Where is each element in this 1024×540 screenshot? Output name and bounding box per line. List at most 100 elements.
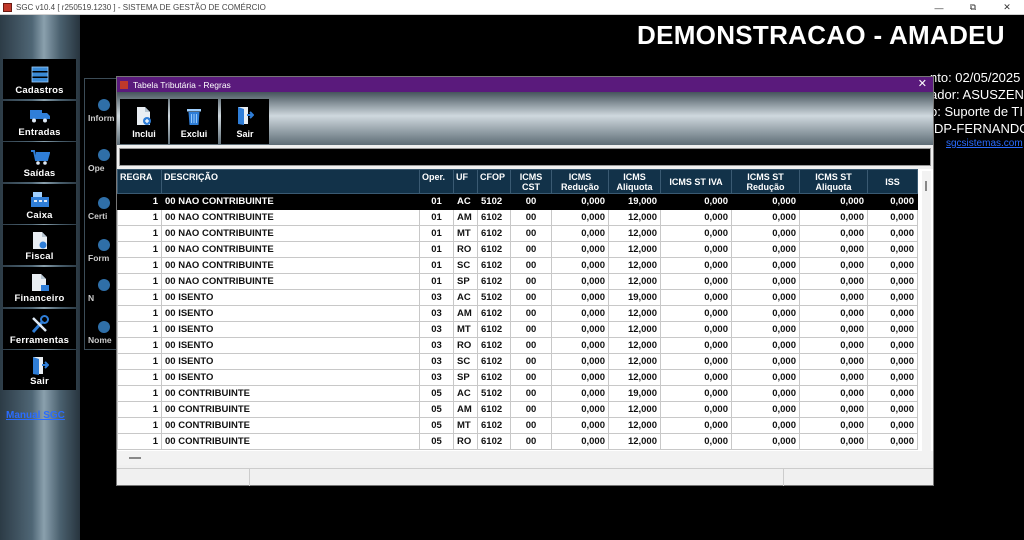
cell-icms-cst[interactable]: 00: [510, 321, 552, 338]
cell-icms-st-reducao[interactable]: 0,000: [731, 321, 800, 338]
cell-icms-reducao[interactable]: 0,000: [551, 433, 609, 450]
cell-icms-st-iva[interactable]: 0,000: [660, 273, 732, 290]
cell-icms-reducao[interactable]: 0,000: [551, 289, 609, 306]
cell-icms-st-reducao[interactable]: 0,000: [731, 305, 800, 322]
cell-descricao[interactable]: 00 ISENTO: [161, 353, 420, 370]
cell-icms-reducao[interactable]: 0,000: [551, 321, 609, 338]
table-row[interactable]: 1 00 CONTRIBUINTE 05 AC 5102 00 0,000 19,000 0,0…: [117, 385, 918, 402]
inclui-button[interactable]: Inclui: [120, 99, 168, 144]
cell-icms-reducao[interactable]: 0,000: [551, 353, 609, 370]
sidebar-item-caixa[interactable]: Caixa: [3, 184, 76, 224]
cell-icms-cst[interactable]: 00: [510, 401, 552, 418]
cell-iss[interactable]: 0,000: [867, 305, 918, 322]
cell-uf[interactable]: AC: [453, 289, 478, 306]
table-row[interactable]: 1 00 CONTRIBUINTE 05 AM 6102 00 0,000 12,000 0,0…: [117, 401, 918, 418]
cell-cfop[interactable]: 6102: [477, 225, 511, 242]
cell-regra[interactable]: 1: [117, 241, 162, 258]
cell-icms-st-iva[interactable]: 0,000: [660, 289, 732, 306]
close-window-button[interactable]: ✕: [990, 0, 1024, 15]
cell-regra[interactable]: 1: [117, 401, 162, 418]
cell-icms-st-iva[interactable]: 0,000: [660, 433, 732, 450]
column-header[interactable]: ICMS ST Redução: [731, 169, 800, 194]
cell-icms-aliquota[interactable]: 12,000: [608, 417, 661, 434]
cell-icms-aliquota[interactable]: 12,000: [608, 241, 661, 258]
cell-cfop[interactable]: 6102: [477, 257, 511, 274]
minimize-button[interactable]: —: [922, 0, 956, 15]
cell-uf[interactable]: MT: [453, 417, 478, 434]
cell-icms-cst[interactable]: 00: [510, 241, 552, 258]
cell-uf[interactable]: SP: [453, 369, 478, 386]
cell-icms-st-aliquota[interactable]: 0,000: [799, 369, 868, 386]
cell-cfop[interactable]: 5102: [477, 193, 511, 210]
cell-icms-st-aliquota[interactable]: 0,000: [799, 401, 868, 418]
cell-oper[interactable]: 03: [419, 289, 454, 306]
cell-icms-aliquota[interactable]: 12,000: [608, 321, 661, 338]
cell-icms-st-aliquota[interactable]: 0,000: [799, 257, 868, 274]
cell-icms-reducao[interactable]: 0,000: [551, 193, 609, 210]
cell-uf[interactable]: AC: [453, 385, 478, 402]
table-row[interactable]: 1 00 NAO CONTRIBUINTE 01 AC 5102 00 0,000 19,00…: [117, 193, 918, 210]
cell-iss[interactable]: 0,000: [867, 257, 918, 274]
cell-iss[interactable]: 0,000: [867, 193, 918, 210]
cell-icms-st-aliquota[interactable]: 0,000: [799, 433, 868, 450]
cell-icms-st-reducao[interactable]: 0,000: [731, 241, 800, 258]
cell-regra[interactable]: 1: [117, 417, 162, 434]
cell-uf[interactable]: RO: [453, 337, 478, 354]
cell-cfop[interactable]: 5102: [477, 385, 511, 402]
cell-icms-cst[interactable]: 00: [510, 385, 552, 402]
cell-icms-aliquota[interactable]: 12,000: [608, 337, 661, 354]
cell-icms-aliquota[interactable]: 12,000: [608, 369, 661, 386]
cell-icms-st-iva[interactable]: 0,000: [660, 321, 732, 338]
column-header[interactable]: ICMS ST Aliquota: [799, 169, 868, 194]
cell-icms-aliquota[interactable]: 12,000: [608, 257, 661, 274]
cell-iss[interactable]: 0,000: [867, 337, 918, 354]
cell-uf[interactable]: AM: [453, 401, 478, 418]
cell-icms-st-reducao[interactable]: 0,000: [731, 209, 800, 226]
cell-descricao[interactable]: 00 NAO CONTRIBUINTE: [161, 257, 420, 274]
sidebar-item-saidas[interactable]: Saídas: [3, 142, 76, 182]
cell-icms-st-aliquota[interactable]: 0,000: [799, 337, 868, 354]
cell-icms-aliquota[interactable]: 19,000: [608, 193, 661, 210]
cell-descricao[interactable]: 00 NAO CONTRIBUINTE: [161, 273, 420, 290]
column-header[interactable]: Oper.: [419, 169, 454, 194]
sidebar-item-sair[interactable]: Sair: [3, 350, 76, 390]
cell-oper[interactable]: 01: [419, 257, 454, 274]
cell-cfop[interactable]: 6102: [477, 305, 511, 322]
cell-icms-st-aliquota[interactable]: 0,000: [799, 289, 868, 306]
cell-uf[interactable]: SC: [453, 353, 478, 370]
cell-oper[interactable]: 03: [419, 321, 454, 338]
cell-icms-st-aliquota[interactable]: 0,000: [799, 385, 868, 402]
filter-bar[interactable]: [119, 148, 931, 166]
cell-icms-reducao[interactable]: 0,000: [551, 369, 609, 386]
cell-regra[interactable]: 1: [117, 209, 162, 226]
column-header[interactable]: ISS: [867, 169, 918, 194]
dialog-close-button[interactable]: ✕: [918, 77, 927, 92]
cell-regra[interactable]: 1: [117, 369, 162, 386]
cell-icms-cst[interactable]: 00: [510, 305, 552, 322]
cell-icms-st-aliquota[interactable]: 0,000: [799, 225, 868, 242]
column-header[interactable]: UF: [453, 169, 478, 194]
cell-iss[interactable]: 0,000: [867, 369, 918, 386]
sair-button[interactable]: Sair: [221, 99, 269, 144]
cell-icms-aliquota[interactable]: 12,000: [608, 209, 661, 226]
cell-icms-st-reducao[interactable]: 0,000: [731, 433, 800, 450]
cell-iss[interactable]: 0,000: [867, 209, 918, 226]
table-row[interactable]: 1 00 NAO CONTRIBUINTE 01 AM 6102 00 0,000 12,00…: [117, 209, 918, 226]
cell-cfop[interactable]: 6102: [477, 209, 511, 226]
cell-iss[interactable]: 0,000: [867, 433, 918, 450]
cell-icms-st-reducao[interactable]: 0,000: [731, 225, 800, 242]
cell-uf[interactable]: MT: [453, 321, 478, 338]
cell-icms-st-aliquota[interactable]: 0,000: [799, 209, 868, 226]
website-link[interactable]: sgcsistemas.com: [946, 138, 1023, 149]
cell-descricao[interactable]: 00 CONTRIBUINTE: [161, 385, 420, 402]
cell-icms-cst[interactable]: 00: [510, 289, 552, 306]
cell-regra[interactable]: 1: [117, 305, 162, 322]
cell-cfop[interactable]: 5102: [477, 289, 511, 306]
cell-icms-cst[interactable]: 00: [510, 353, 552, 370]
cell-icms-reducao[interactable]: 0,000: [551, 257, 609, 274]
cell-icms-st-reducao[interactable]: 0,000: [731, 401, 800, 418]
cell-icms-reducao[interactable]: 0,000: [551, 417, 609, 434]
table-row[interactable]: 1 00 ISENTO 03 SC 6102 00 0,000 12,000 0,000 0,00…: [117, 353, 918, 370]
cell-icms-st-reducao[interactable]: 0,000: [731, 337, 800, 354]
cell-cfop[interactable]: 6102: [477, 433, 511, 450]
